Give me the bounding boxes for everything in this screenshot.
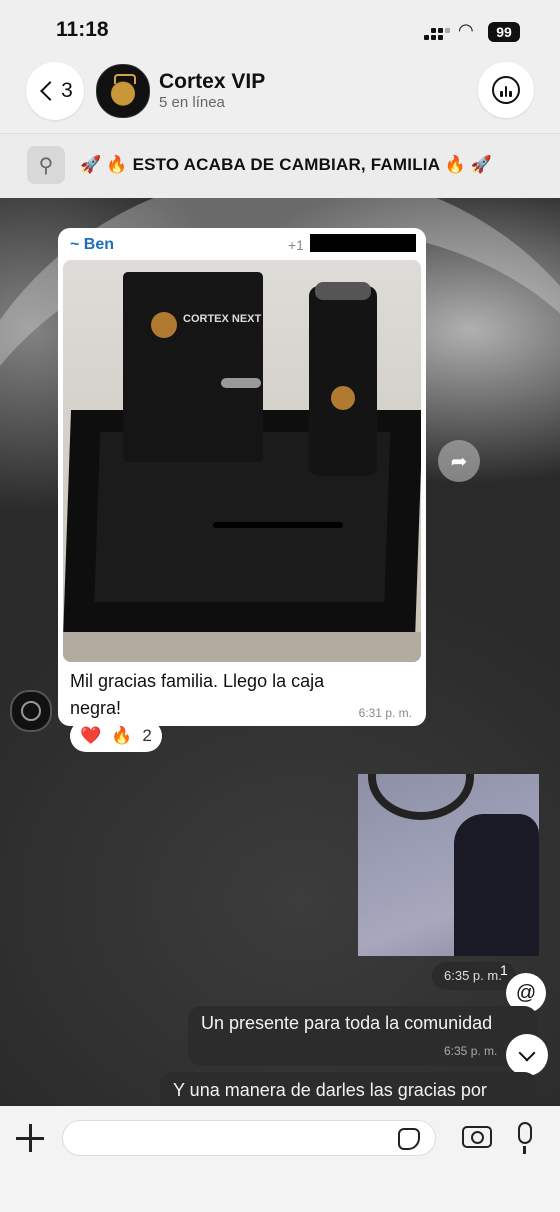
sender-name[interactable]: ~ Ben — [70, 236, 114, 254]
lion-logo — [331, 386, 355, 410]
notebook-brand: CORTEX NEXT — [183, 313, 262, 325]
mention-count: 1 — [500, 962, 508, 978]
reactions-pill[interactable]: ❤️ 🔥 2 — [70, 720, 162, 752]
message-text: Y una manera de darles las gracias por — [173, 1080, 487, 1100]
heart-reaction: ❤️ — [80, 726, 102, 745]
message-time: 6:35 p. m. — [444, 1044, 498, 1058]
voice-chat-button[interactable] — [478, 62, 534, 118]
microphone-icon[interactable] — [518, 1122, 532, 1154]
signal-icon — [424, 24, 450, 40]
table-surface — [63, 632, 421, 662]
waveform-icon — [500, 83, 512, 97]
plus-icon[interactable] — [16, 1124, 44, 1152]
notebook: CORTEX NEXT — [123, 272, 263, 462]
camera-icon[interactable] — [462, 1126, 492, 1148]
lion-logo — [151, 312, 177, 338]
fire-reaction: 🔥 — [111, 726, 133, 745]
online-count: 5 en línea — [159, 94, 225, 111]
sender-phone-prefix: +1 — [288, 237, 304, 253]
message-photo[interactable]: CORTEX NEXT — [63, 260, 421, 662]
message-composer — [0, 1106, 560, 1212]
message-input[interactable] — [62, 1120, 436, 1156]
reaction-count: 2 — [142, 726, 152, 745]
scroll-down-button[interactable] — [506, 1034, 548, 1076]
battery-icon: 99 — [488, 22, 520, 42]
status-time: 11:18 — [56, 18, 109, 41]
unread-count: 3 — [61, 79, 73, 102]
pen — [213, 522, 343, 528]
forward-icon[interactable]: ➦ — [438, 440, 480, 482]
incoming-message[interactable]: ~ Ben +1 CORTEX NEXT Mil gracias familia… — [58, 228, 426, 726]
redacted-phone — [310, 234, 416, 252]
chat-title[interactable]: Cortex VIP — [159, 70, 265, 94]
back-button[interactable]: 3 — [26, 62, 84, 120]
outgoing-message[interactable]: Un presente para toda la comunidad 6:35 … — [188, 1006, 538, 1066]
message-text: Mil gracias familia. Llego la caja negra… — [70, 671, 325, 718]
pin-icon: ⚲ — [27, 146, 65, 184]
chevron-left-icon — [40, 81, 61, 101]
pinned-text: 🚀 🔥 ESTO ACABA DE CAMBIAR, FAMILIA 🔥 🚀 — [80, 155, 493, 174]
sender-avatar[interactable] — [10, 690, 52, 732]
thermos-bottle — [309, 282, 377, 476]
pinned-message-bar[interactable]: ⚲ 🚀 🔥 ESTO ACABA DE CAMBIAR, FAMILIA 🔥 🚀 — [0, 133, 560, 198]
chat-header: 11:18 ◠ 99 3 Cortex VIP 5 en línea — [0, 0, 560, 133]
message-text: Un presente para toda la comunidad — [201, 1013, 493, 1033]
message-time: 6:31 p. m. — [358, 706, 412, 720]
wifi-icon: ◠ — [458, 20, 474, 40]
video-message[interactable] — [358, 774, 539, 956]
chevron-down-icon — [518, 1044, 536, 1061]
group-avatar[interactable] — [96, 64, 150, 118]
